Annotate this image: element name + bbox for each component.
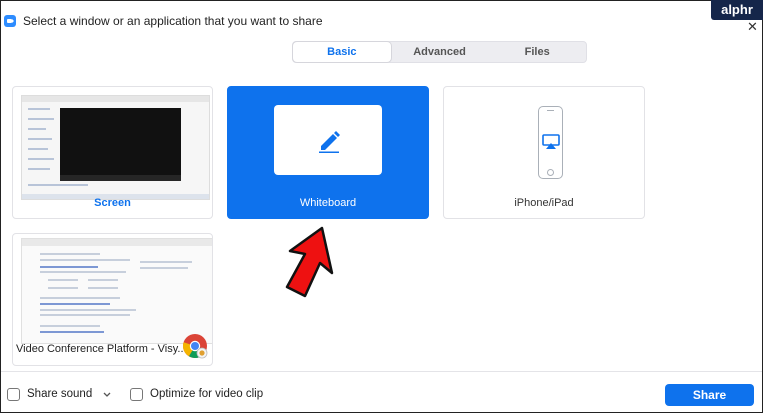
phone-icon [538,106,563,179]
alphr-logo: alphr [711,0,763,20]
whiteboard-card [274,105,382,175]
browser-window-label: Video Conference Platform - Visy... [16,343,187,355]
chevron-down-icon[interactable] [102,390,112,400]
footer-bar: Share sound Optimize for video clip Shar… [1,371,762,412]
share-option-screen[interactable]: Screen [12,86,213,219]
share-option-browser-window[interactable]: Video Conference Platform - Visy... [12,233,213,366]
share-option-whiteboard[interactable]: Whiteboard [227,86,429,219]
share-option-iphone-ipad[interactable]: iPhone/iPad [443,86,645,219]
pencil-icon [319,131,340,153]
tab-advanced[interactable]: Advanced [391,42,489,62]
share-sound-checkbox[interactable] [7,388,20,401]
optimize-video-checkbox[interactable] [130,388,143,401]
zoom-app-icon [4,15,16,27]
chrome-icon [182,334,208,359]
browser-thumbnail [21,238,212,344]
tab-bar: Basic Advanced Files [292,41,587,63]
window-title: Select a window or an application that y… [23,14,323,28]
close-icon[interactable]: ✕ [747,20,758,33]
red-arrow-annotation [285,226,334,298]
tab-basic[interactable]: Basic [293,42,391,62]
share-sound-label: Share sound [27,388,93,400]
tab-files[interactable]: Files [488,42,586,62]
share-button[interactable]: Share [665,384,754,406]
whiteboard-label: Whiteboard [299,197,357,209]
optimize-video-label: Optimize for video clip [150,388,264,400]
screen-thumbnail [21,95,210,200]
airplay-icon [542,134,560,149]
share-screen-dialog: Select a window or an application that y… [0,0,763,413]
iphone-label: iPhone/iPad [514,197,574,209]
title-bar: Select a window or an application that y… [1,1,762,33]
screen-label: Screen [94,197,131,209]
